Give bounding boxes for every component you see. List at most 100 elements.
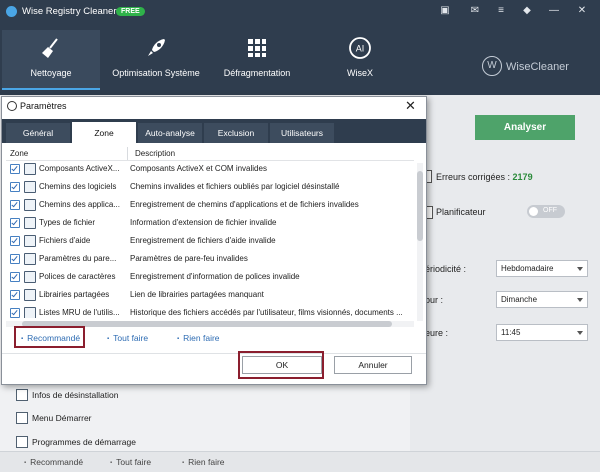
list-item[interactable]: Programmes de démarrage bbox=[32, 437, 136, 447]
checkbox[interactable] bbox=[10, 290, 20, 300]
frequency-select[interactable]: Hebdomadaire bbox=[496, 260, 588, 277]
tab-exclusion[interactable]: Exclusion bbox=[204, 123, 268, 143]
nav-label: Défragmentation bbox=[223, 68, 291, 78]
title-bar: Wise Registry Cleaner 11 FREE ▣ ✉ ≡ ◆ — … bbox=[0, 0, 600, 24]
free-badge: FREE bbox=[116, 7, 145, 16]
tab-auto-analyse[interactable]: Auto-analyse bbox=[138, 123, 202, 143]
column-header-description[interactable]: Description bbox=[135, 149, 175, 158]
nav-label: Optimisation Système bbox=[112, 68, 200, 78]
nav-label: Nettoyage bbox=[30, 68, 72, 78]
column-header-zone[interactable]: Zone bbox=[10, 149, 28, 158]
close-icon[interactable]: ✕ bbox=[405, 98, 416, 114]
app-logo-icon bbox=[6, 6, 17, 17]
svg-text:AI: AI bbox=[356, 44, 365, 54]
scheduler-label: Planificateur bbox=[436, 207, 486, 217]
list-item[interactable]: Polices de caractères Enregistrement d'i… bbox=[6, 268, 414, 286]
zone-description: Information d'extension de fichier inval… bbox=[130, 218, 277, 227]
zone-description: Enregistrement de fichiers d'aide invali… bbox=[130, 236, 276, 245]
select-none-link[interactable]: Rien faire bbox=[177, 333, 219, 343]
message-icon[interactable]: ✉ bbox=[468, 4, 482, 18]
day-select[interactable]: Dimanche bbox=[496, 291, 588, 308]
list-item[interactable]: Librairies partagées Lien de librairies … bbox=[6, 286, 414, 304]
grid-icon bbox=[248, 39, 266, 57]
wisecleaner-brand[interactable]: WiseCleaner bbox=[506, 61, 569, 73]
list-item[interactable]: Paramètres du pare... Paramètres de pare… bbox=[6, 250, 414, 268]
app-title: Wise Registry Cleaner 11 bbox=[22, 6, 130, 17]
startup-icon bbox=[16, 436, 28, 448]
day-value: Dimanche bbox=[501, 295, 538, 304]
menu-icon[interactable]: ≡ bbox=[494, 4, 508, 18]
time-input[interactable]: 11:45 bbox=[496, 324, 588, 341]
dialog-title: Paramètres bbox=[20, 101, 67, 111]
checkbox[interactable] bbox=[10, 218, 20, 228]
ai-icon: AI bbox=[349, 37, 371, 59]
close-window-icon[interactable]: ✕ bbox=[575, 4, 589, 18]
nav-label: WiseX bbox=[346, 68, 373, 78]
scrollbar-thumb[interactable] bbox=[417, 171, 423, 241]
nav-tab-defragmentation[interactable]: Défragmentation bbox=[212, 30, 302, 88]
zone-description: Lien de librairies partagées manquant bbox=[130, 290, 264, 299]
column-divider[interactable] bbox=[127, 147, 128, 160]
wisecleaner-logo[interactable]: W bbox=[482, 56, 502, 76]
mru-list-icon bbox=[24, 307, 36, 318]
nav-tab-wisex[interactable]: AI WiseX bbox=[310, 30, 410, 88]
zone-description: Composants ActiveX et COM invalides bbox=[130, 164, 267, 173]
minimize-icon[interactable]: — bbox=[547, 4, 561, 18]
checkbox[interactable] bbox=[10, 272, 20, 282]
vertical-scrollbar[interactable] bbox=[417, 163, 423, 321]
dialog-tabs: Général Zone Auto-analyse Exclusion Util… bbox=[2, 119, 426, 143]
zone-description: Chemins invalides et fichiers oubliés pa… bbox=[130, 182, 340, 191]
day-label: our : bbox=[425, 295, 444, 305]
tab-zone[interactable]: Zone bbox=[72, 122, 136, 143]
bottom-link-recommended[interactable]: Recommandé bbox=[24, 457, 83, 467]
dialog-body: Zone Description Composants ActiveX... C… bbox=[2, 143, 426, 384]
zone-name: Listes MRU de l'utilis... bbox=[39, 308, 120, 317]
list-item[interactable]: Chemins des logiciels Chemins invalides … bbox=[6, 178, 414, 196]
checkbox[interactable] bbox=[10, 254, 20, 264]
cancel-button[interactable]: Annuler bbox=[334, 356, 412, 374]
checkbox[interactable] bbox=[10, 236, 20, 246]
checkbox[interactable] bbox=[10, 308, 20, 318]
checkbox[interactable] bbox=[10, 182, 20, 192]
list-item[interactable]: Listes MRU de l'utilis... Historique des… bbox=[6, 304, 414, 318]
nav-tab-optimisation[interactable]: Optimisation Système bbox=[104, 30, 208, 88]
checkbox[interactable] bbox=[10, 164, 20, 174]
bottom-link-none[interactable]: Rien faire bbox=[182, 457, 224, 467]
frequency-label: ériodicité : bbox=[425, 264, 467, 274]
divider bbox=[2, 353, 426, 354]
scheduler-toggle[interactable]: OFF bbox=[527, 205, 565, 218]
list-item[interactable]: Menu Démarrer bbox=[32, 413, 92, 423]
list-item[interactable]: Composants ActiveX... Composants ActiveX… bbox=[6, 160, 414, 178]
dialog-title-bar: Paramètres ✕ bbox=[2, 97, 426, 115]
zone-name: Composants ActiveX... bbox=[39, 164, 120, 173]
uninstall-icon bbox=[16, 389, 28, 401]
list-item[interactable]: Infos de désinstallation bbox=[32, 390, 118, 400]
chevron-down-icon bbox=[577, 298, 583, 302]
checkbox[interactable] bbox=[10, 200, 20, 210]
tab-utilisateurs[interactable]: Utilisateurs bbox=[270, 123, 334, 143]
list-item[interactable]: Fichiers d'aide Enregistrement de fichie… bbox=[6, 232, 414, 250]
notification-icon[interactable]: ▣ bbox=[438, 4, 452, 18]
rocket-icon bbox=[148, 39, 165, 56]
chevron-down-icon bbox=[577, 267, 583, 271]
analyse-button[interactable]: Analyser bbox=[475, 115, 575, 140]
errors-value: 2179 bbox=[512, 172, 533, 182]
zone-name: Librairies partagées bbox=[39, 290, 110, 299]
skin-icon[interactable]: ◆ bbox=[520, 4, 534, 18]
software-path-icon bbox=[24, 181, 36, 193]
zone-description: Paramètres de pare-feu invalides bbox=[130, 254, 248, 263]
tab-general[interactable]: Général bbox=[6, 123, 70, 143]
zone-description: Enregistrement de chemins d'applications… bbox=[130, 200, 359, 209]
list-header: Zone Description bbox=[6, 147, 414, 161]
recommended-link[interactable]: Recommandé bbox=[21, 333, 80, 343]
nav-tab-nettoyage[interactable]: Nettoyage bbox=[2, 30, 100, 90]
ok-button[interactable]: OK bbox=[242, 356, 322, 374]
zone-name: Paramètres du pare... bbox=[39, 254, 117, 263]
bottom-bar: Recommandé Tout faire Rien faire bbox=[0, 451, 600, 472]
select-all-link[interactable]: Tout faire bbox=[107, 333, 148, 343]
list-item[interactable]: Chemins des applica... Enregistrement de… bbox=[6, 196, 414, 214]
bottom-link-all[interactable]: Tout faire bbox=[110, 457, 151, 467]
zone-name: Polices de caractères bbox=[39, 272, 116, 281]
help-file-icon bbox=[24, 235, 36, 247]
list-item[interactable]: Types de fichier Information d'extension… bbox=[6, 214, 414, 232]
